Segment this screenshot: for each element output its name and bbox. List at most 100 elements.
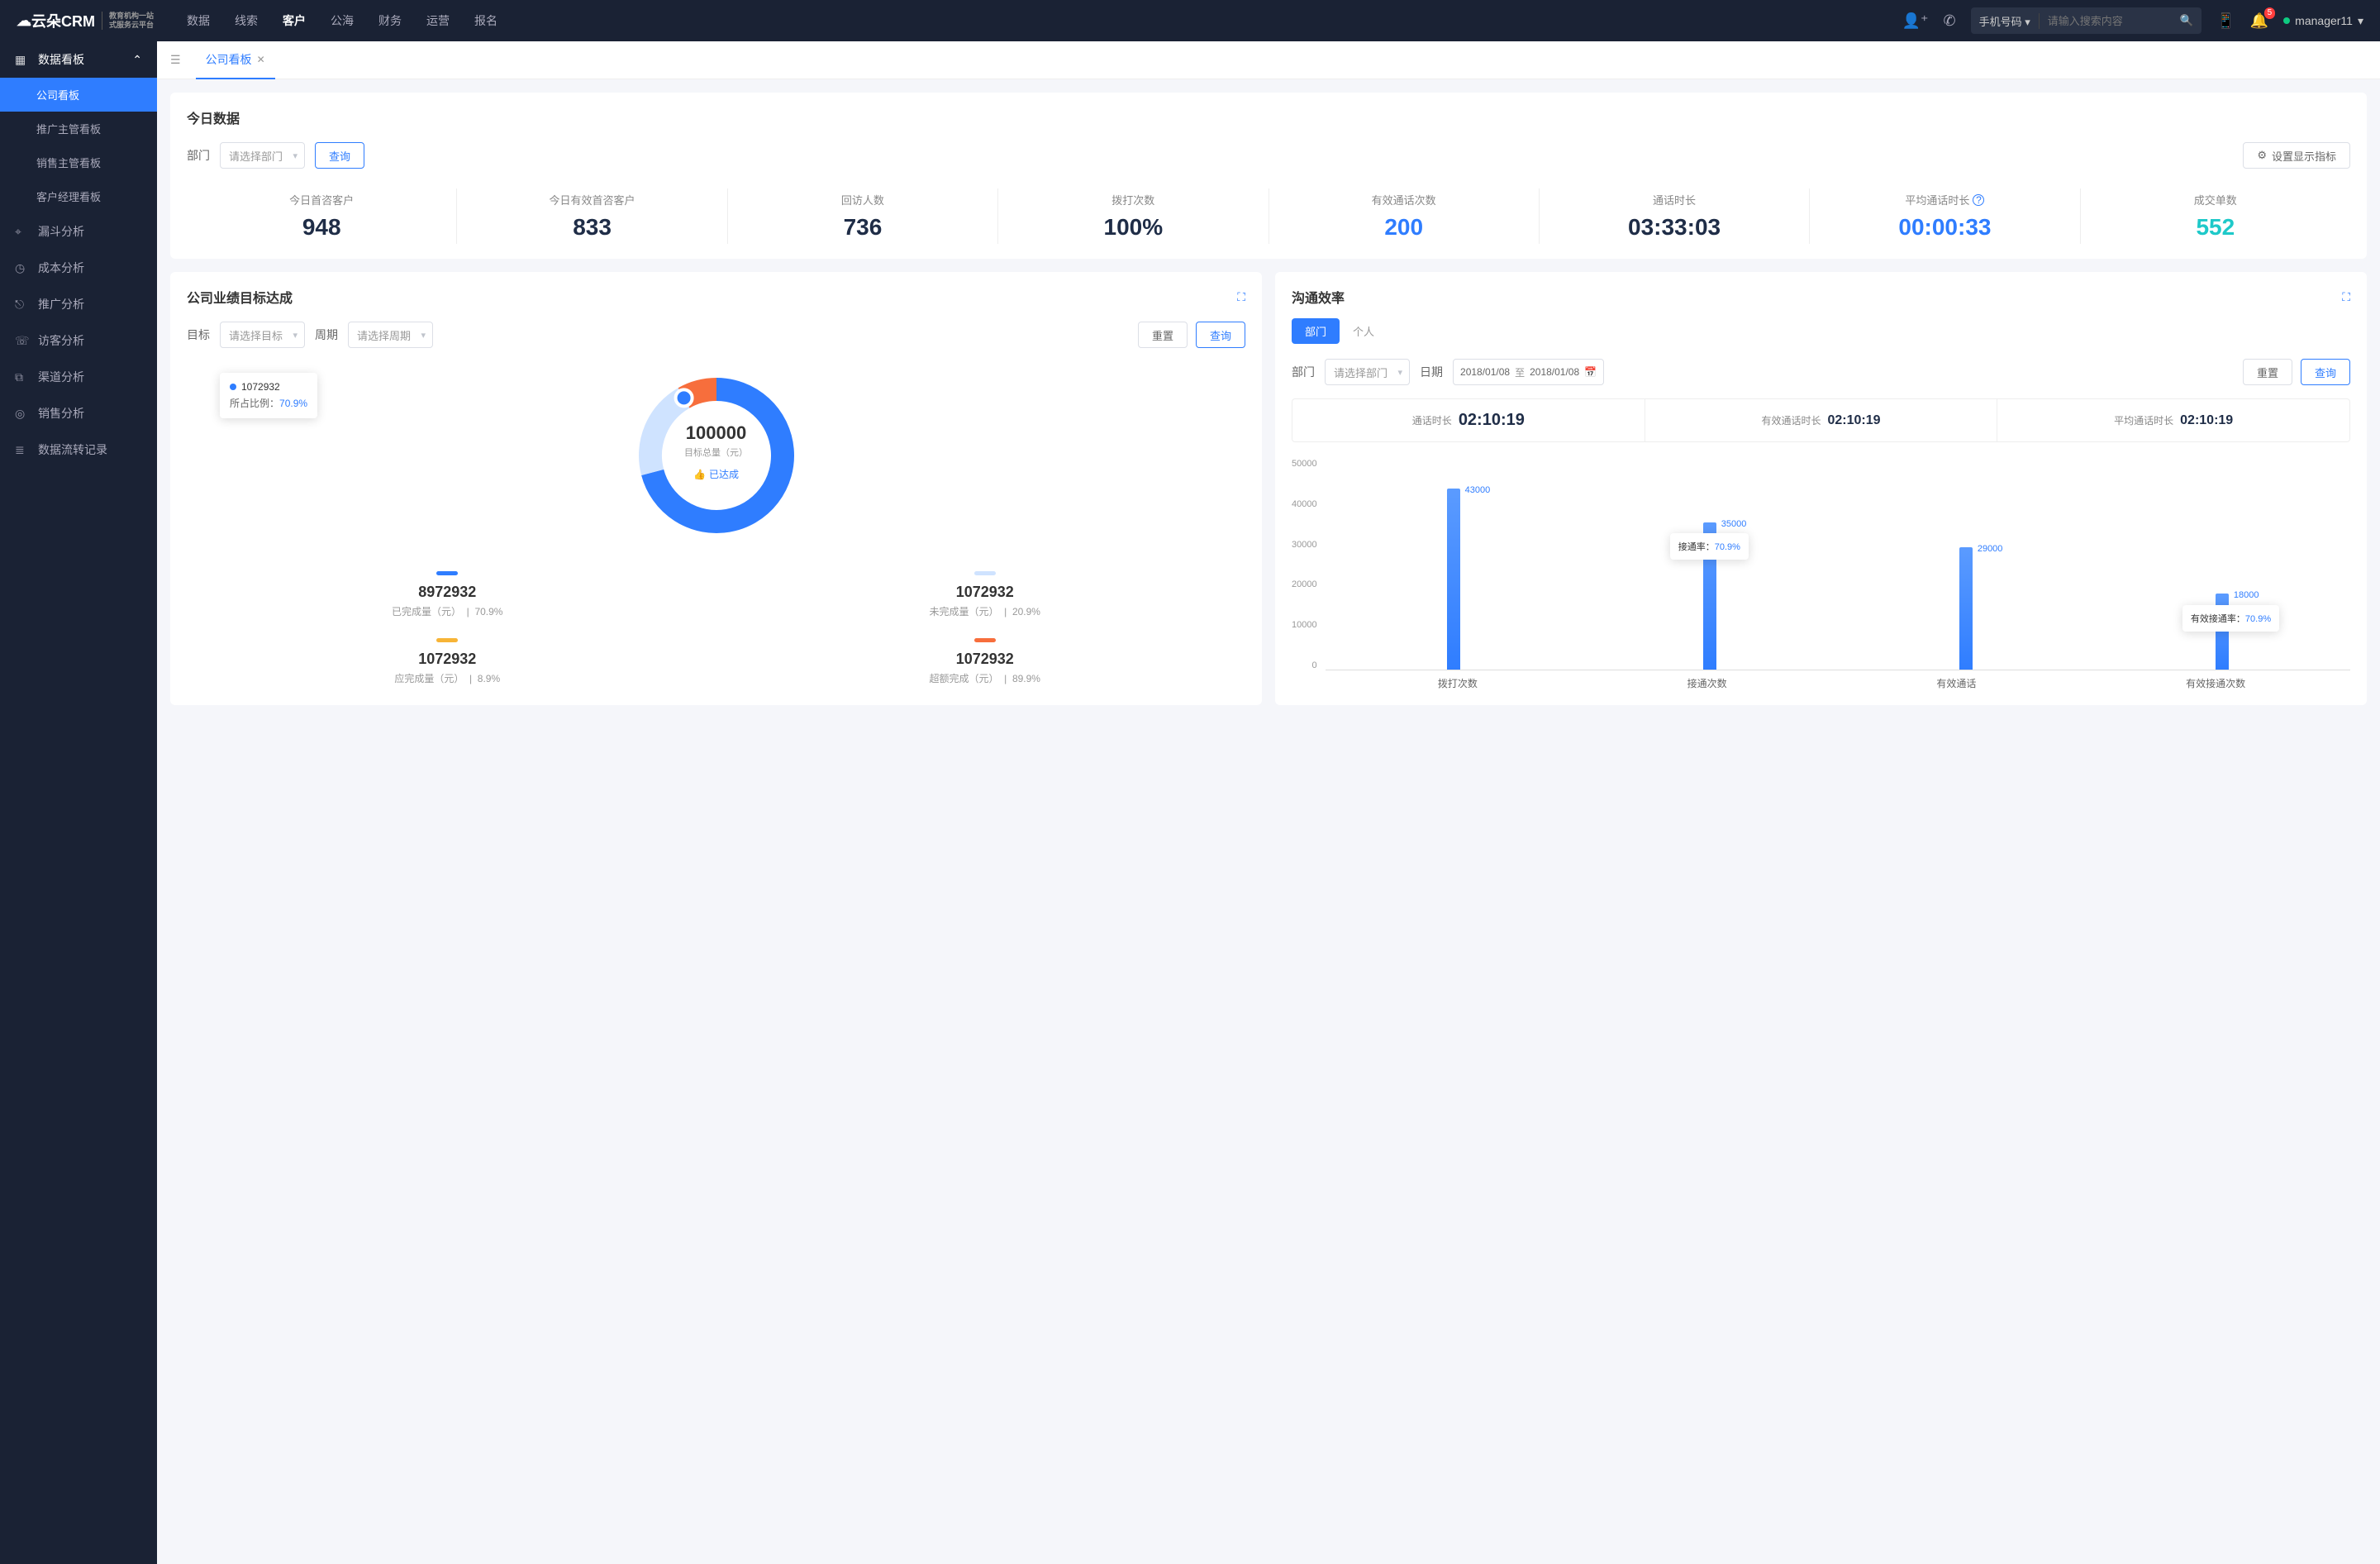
info-icon[interactable]: ? <box>1973 194 1984 206</box>
query-button[interactable]: 查询 <box>315 142 364 169</box>
stat: 成交单数552 <box>2081 188 2350 244</box>
tab-bar: ☰ 公司看板 ✕ <box>157 41 2380 79</box>
nav-item[interactable]: 线索 <box>235 12 258 29</box>
query-button-eff[interactable]: 查询 <box>2301 359 2350 385</box>
user-menu[interactable]: manager11 ▾ <box>2283 14 2363 28</box>
tab-company-dashboard[interactable]: 公司看板 ✕ <box>196 41 275 79</box>
stat: 通话时长03:33:03 <box>1540 188 1810 244</box>
bar: 43000 <box>1447 489 1460 670</box>
notif-badge: 5 <box>2264 7 2276 19</box>
status-dot-icon <box>2283 17 2290 24</box>
stats-row: 今日首咨客户948今日有效首咨客户833回访人数736拨打次数100%有效通话次… <box>187 188 2350 244</box>
dept-select[interactable]: 请选择部门 <box>220 142 305 169</box>
expand-icon[interactable]: ⛶ <box>1237 290 1245 304</box>
sidebar-item[interactable]: ◷成本分析 <box>0 250 157 286</box>
metric: 有效通话时长02:10:19 <box>1645 399 1998 441</box>
search-button[interactable]: 🔍 <box>2172 14 2202 27</box>
link-icon: ⧉ <box>15 370 30 384</box>
stat: 有效通话次数200 <box>1269 188 1540 244</box>
list-icon: ≣ <box>15 443 30 457</box>
search-type-select[interactable]: 手机号码 ▾ <box>1971 13 2040 29</box>
bell-icon[interactable]: 🔔5 <box>2250 12 2268 30</box>
sidebar-item[interactable]: ◎销售分析 <box>0 395 157 432</box>
calendar-icon: 📅 <box>1584 366 1597 378</box>
card-title-eff: 沟通效率 <box>1292 287 1345 307</box>
period-label: 周期 <box>315 327 338 343</box>
legend-grid: 8972932已完成量（元） | 70.9%1072932未完成量（元） | 2… <box>187 571 1245 685</box>
sidebar-group-dashboard[interactable]: ▦数据看板 ⌃ <box>0 41 157 78</box>
nav-item[interactable]: 报名 <box>474 12 497 29</box>
x-label: 接通次数 <box>1687 676 1727 690</box>
mobile-icon[interactable]: 📱 <box>2216 12 2235 30</box>
search-input[interactable] <box>2040 15 2172 27</box>
donut-center-label: 目标总量（元） <box>684 446 748 459</box>
card-title-today: 今日数据 <box>187 107 240 127</box>
seg-tab-person[interactable]: 个人 <box>1340 318 1388 344</box>
logo: ☁ 云朵CRM 教育机构一站 式服务云平台 <box>17 10 154 31</box>
query-button-goal[interactable]: 查询 <box>1196 322 1245 348</box>
add-user-icon[interactable]: 👤⁺ <box>1902 12 1929 30</box>
sidebar-item[interactable]: ⎋推广分析 <box>0 286 157 322</box>
card-goal: 公司业绩目标达成 ⛶ 目标 请选择目标 周期 请选择周期 重置 查询 <box>170 272 1262 705</box>
seg-tab-dept[interactable]: 部门 <box>1292 318 1340 344</box>
eff-dept-select[interactable]: 请选择部门 <box>1325 359 1410 385</box>
main: ☰ 公司看板 ✕ 今日数据 部门 请选择部门 查询 ⚙ <box>157 41 2380 1564</box>
logo-icon: ☁ <box>17 12 31 30</box>
nav-item[interactable]: 财务 <box>378 12 402 29</box>
chart-tooltip: 有效接通率：70.9% <box>2182 605 2279 632</box>
expand-icon[interactable]: ⛶ <box>2342 290 2350 304</box>
menu-icon[interactable]: ☰ <box>170 53 181 67</box>
bar: 29000 <box>1959 547 1973 670</box>
nav-item[interactable]: 数据 <box>187 12 210 29</box>
eff-date-label: 日期 <box>1420 364 1443 380</box>
target-select[interactable]: 请选择目标 <box>220 322 305 348</box>
sidebar-item[interactable]: 客户经理看板 <box>0 179 157 213</box>
nav-item[interactable]: 客户 <box>283 12 306 29</box>
sidebar-group-label: 数据看板 <box>38 51 84 68</box>
x-label: 有效接通次数 <box>2186 676 2245 690</box>
donut-tooltip: 1072932 所占比例：70.9% <box>220 373 317 418</box>
sidebar-item[interactable]: 公司看板 <box>0 78 157 112</box>
sidebar-item[interactable]: 销售主管看板 <box>0 145 157 179</box>
stat: 回访人数736 <box>728 188 998 244</box>
app-header: ☁ 云朵CRM 教育机构一站 式服务云平台 数据线索客户公海财务运营报名 👤⁺ … <box>0 0 2380 41</box>
metric: 通话时长02:10:19 <box>1292 399 1645 441</box>
phone-icon[interactable]: ✆ <box>1943 12 1955 30</box>
nav-item[interactable]: 运营 <box>426 12 450 29</box>
card-today: 今日数据 部门 请选择部门 查询 ⚙ 设置显示指标 今日首咨客户948今日有效首… <box>170 93 2367 259</box>
sidebar-item[interactable]: ≣数据流转记录 <box>0 432 157 468</box>
stat: 平均通话时长?00:00:33 <box>1810 188 2080 244</box>
sidebar: ▦数据看板 ⌃ 公司看板推广主管看板销售主管看板客户经理看板 ⌖漏斗分析◷成本分… <box>0 41 157 1564</box>
reset-button[interactable]: 重置 <box>1138 322 1188 348</box>
bar-chart: 50000400003000020000100000 4300035000接通率… <box>1292 459 2350 690</box>
settings-button[interactable]: ⚙ 设置显示指标 <box>2243 142 2350 169</box>
dept-label: 部门 <box>187 147 210 164</box>
sidebar-item[interactable]: ⧉渠道分析 <box>0 359 157 395</box>
target-icon: ◎ <box>15 407 30 421</box>
filter-icon: ⌖ <box>15 225 30 239</box>
stat: 拨打次数100% <box>998 188 1269 244</box>
gear-icon: ⚙ <box>2257 149 2267 162</box>
thumb-up-icon: 👍 <box>693 469 706 480</box>
donut-reached: 👍 已达成 <box>684 467 748 481</box>
x-label: 拨打次数 <box>1438 676 1478 690</box>
sidebar-item[interactable]: ⌖漏斗分析 <box>0 213 157 250</box>
search-group: 手机号码 ▾ 🔍 <box>1971 7 2202 34</box>
chevron-down-icon: ▾ <box>2358 14 2363 28</box>
stat: 今日有效首咨客户833 <box>457 188 727 244</box>
chart-tooltip: 接通率：70.9% <box>1670 533 1749 560</box>
sidebar-item[interactable]: 推广主管看板 <box>0 112 157 145</box>
metric-bar: 通话时长02:10:19有效通话时长02:10:19平均通话时长02:10:19 <box>1292 398 2350 442</box>
sidebar-item[interactable]: ☏访客分析 <box>0 322 157 359</box>
date-range-input[interactable]: 2018/01/08 至 2018/01/08 📅 <box>1453 359 1604 385</box>
card-efficiency: 沟通效率 ⛶ 部门 个人 部门 请选择部门 日期 2018/01/08 至 <box>1275 272 2367 705</box>
dashboard-icon: ▦ <box>15 53 30 67</box>
metric: 平均通话时长02:10:19 <box>1997 399 2349 441</box>
x-label: 有效通话 <box>1936 676 1976 690</box>
period-select[interactable]: 请选择周期 <box>348 322 433 348</box>
reset-button-eff[interactable]: 重置 <box>2243 359 2292 385</box>
legend-item: 1072932超额完成（元） | 89.9% <box>725 638 1246 685</box>
legend-item: 1072932应完成量（元） | 8.9% <box>187 638 708 685</box>
close-icon[interactable]: ✕ <box>257 54 265 65</box>
nav-item[interactable]: 公海 <box>331 12 354 29</box>
